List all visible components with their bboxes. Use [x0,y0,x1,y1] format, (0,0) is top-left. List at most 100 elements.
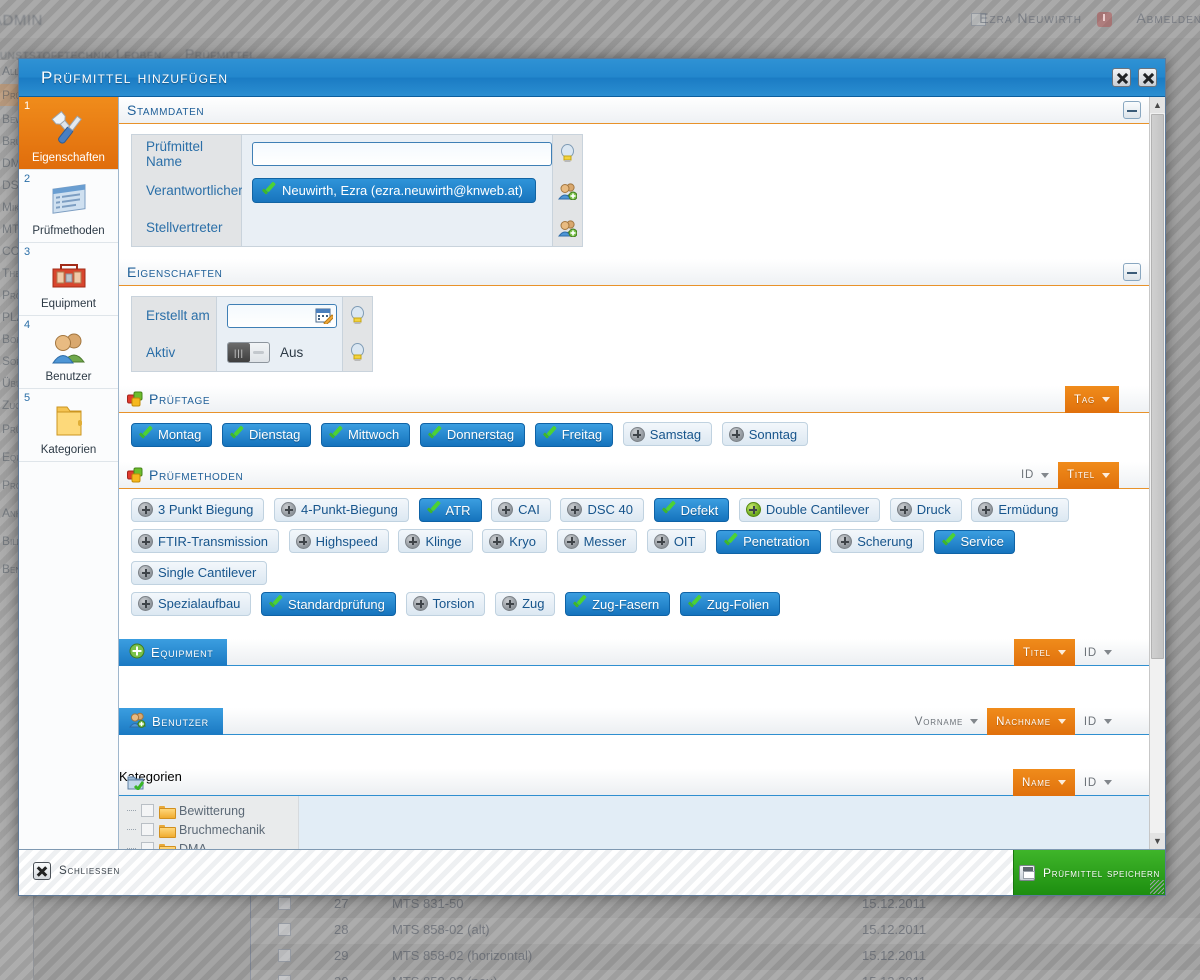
tag-klinge[interactable]: Klinge [398,529,473,553]
sort-pill-id[interactable]: ID [1012,462,1058,489]
form-row-verantwortlicher: Verantwortlicher Neuwirth, Ezra (ezra.ne… [132,172,582,209]
add-user-icon[interactable] [552,172,582,209]
pruefmethoden-tag-list: 3 Punkt Biegung 4-Punkt-Biegung ATR CAI … [119,488,1149,631]
sidebar-item-label: Prüfmethoden [32,225,105,237]
plus-icon [728,426,744,442]
tree-item-bewitterung[interactable]: Bewitterung [127,801,298,820]
sidebar-item-pruefmethoden[interactable]: 2 Prüfmethoden [19,170,118,243]
tag-double-cantilever[interactable]: Double Cantilever [738,497,881,522]
tag-oit[interactable]: OIT [646,529,707,553]
sidebar-item-kategorien[interactable]: 5 Kategorien [19,389,118,462]
tree-checkbox[interactable] [141,842,154,849]
tag-ermuedung[interactable]: Ermüdung [971,497,1070,522]
eigenschaften-form: Erstellt am Aktiv ||| Aus [131,296,373,372]
tab-equipment[interactable]: Equipment [119,639,228,666]
tree-item-bruchmechanik[interactable]: Bruchmechanik [127,820,298,839]
dialog-body: 1 Eigenschaften 2 Prüfmethoden 3 Equipme… [19,97,1165,849]
sort-pill-id[interactable]: ID [1075,708,1121,735]
row-id: 28 [334,922,349,937]
tree-checkbox[interactable] [141,804,154,817]
tag-label: Zug-Fasern [592,596,660,612]
dialog-scroll-area: Stammdaten Prüfmittel Name Verantwortlic… [119,97,1165,849]
tag-cai[interactable]: CAI [491,497,551,522]
hint-bulb-icon[interactable] [342,297,372,334]
dialog-restore-button[interactable] [1112,68,1131,87]
plus-icon [489,533,505,549]
plus-icon [498,502,514,517]
verantwortlicher-chip[interactable]: Neuwirth, Ezra (ezra.neuwirth@knweb.at) [252,178,536,203]
scroll-up-icon[interactable]: ▲ [1150,97,1165,113]
tag-kryo[interactable]: Kryo [482,529,547,553]
tag-4-punkt-biegung[interactable]: 4-Punkt-Biegung [274,497,409,522]
tab-benutzer[interactable]: Benutzer [119,708,223,735]
chip-label: Neuwirth, Ezra (ezra.neuwirth@knweb.at) [282,183,523,198]
tag-3-punkt-biegung[interactable]: 3 Punkt Biegung [131,497,265,522]
tag-single-cantilever[interactable]: Single Cantilever [131,560,268,585]
plus-icon [295,533,311,549]
scroll-down-icon[interactable]: ▼ [1150,833,1165,849]
tree-item-dma[interactable]: DMA [127,839,298,849]
tag-scherung[interactable]: Scherung [830,529,924,553]
tag-donnerstag[interactable]: Donnerstag [419,422,526,447]
content-scrollbar[interactable]: ▲ ▼ [1149,97,1165,849]
sort-pill-tag[interactable]: Tag [1065,386,1119,413]
sidebar-item-equipment[interactable]: 3 Equipment [19,243,118,316]
tag-druck[interactable]: Druck [889,497,962,522]
row-name: MTS 831-50 [392,896,464,911]
save-button[interactable]: Prüfmittel speichern [1013,850,1165,895]
tree-label: Bewitterung [179,803,246,818]
tag-standardpruefung[interactable]: Standardprüfung [261,592,396,616]
dialog-resize-handle[interactable] [1150,880,1164,894]
tag-freitag[interactable]: Freitag [534,422,614,447]
tag-messer[interactable]: Messer [556,529,638,553]
tag-sonntag[interactable]: Sonntag [721,422,809,446]
scrollbar-thumb[interactable] [1151,114,1164,659]
tag-zug-folien[interactable]: Zug-Folien [679,592,781,616]
tag-label: Donnerstag [446,427,515,442]
section-header-kategorien: Kategorien Name ID [119,769,1149,796]
tag-defekt[interactable]: Defekt [653,498,730,522]
collapse-stammdaten-button[interactable] [1123,101,1141,119]
tag-service[interactable]: Service [933,529,1015,554]
sort-pill-name[interactable]: Name [1013,769,1075,796]
sort-pill-id[interactable]: ID [1075,769,1121,796]
tag-highspeed[interactable]: Highspeed [288,529,389,553]
sort-label: Tag [1074,393,1095,406]
schliessen-button[interactable]: Schliessen [33,862,120,880]
sort-pill-titel[interactable]: Titel [1013,639,1075,666]
hint-bulb-icon[interactable] [342,334,372,371]
sidebar-item-eigenschaften[interactable]: 1 Eigenschaften [19,97,118,170]
tag-zug[interactable]: Zug [495,591,556,616]
calendar-picker-icon[interactable] [315,307,335,327]
dialog-close-button[interactable] [1138,68,1157,87]
tag-dienstag[interactable]: Dienstag [222,422,312,447]
tag-spezialaufbau[interactable]: Spezialaufbau [131,591,252,616]
sort-pill-id[interactable]: ID [1075,639,1121,666]
sort-pill-nachname[interactable]: Nachname [987,708,1075,735]
toggle-track-mark [253,351,264,354]
tag-torsion[interactable]: Torsion [405,591,486,616]
step-number: 2 [24,173,31,185]
tag-dsc-40[interactable]: DSC 40 [560,497,644,522]
pruefmittel-name-input[interactable] [252,141,552,166]
tag-penetration[interactable]: Penetration [716,529,821,554]
dialog-titlebar: Prüfmittel hinzufügen [19,59,1165,97]
hint-bulb-icon[interactable] [552,135,582,172]
chevron-down-icon [1102,472,1110,478]
row-name: MTS 858-02 (alt) [392,922,490,937]
sort-pill-vorname[interactable]: Vorname [906,708,987,735]
collapse-eigenschaften-button[interactable] [1123,263,1141,281]
tag-ftir-transmission[interactable]: FTIR-Transmission [131,529,280,553]
tag-atr[interactable]: ATR [418,498,482,522]
tree-checkbox[interactable] [141,823,154,836]
tab-label: Equipment [151,645,214,660]
tag-samstag[interactable]: Samstag [622,422,713,446]
tag-label: Standardprüfung [288,596,385,612]
sort-pill-titel[interactable]: Titel [1058,461,1119,489]
aktiv-toggle[interactable]: ||| [227,342,270,363]
tag-mittwoch[interactable]: Mittwoch [320,422,411,447]
tag-montag[interactable]: Montag [131,422,213,447]
add-user-icon[interactable] [552,209,582,246]
sidebar-item-benutzer[interactable]: 4 Benutzer [19,316,118,389]
tag-zug-fasern[interactable]: Zug-Fasern [565,592,671,616]
